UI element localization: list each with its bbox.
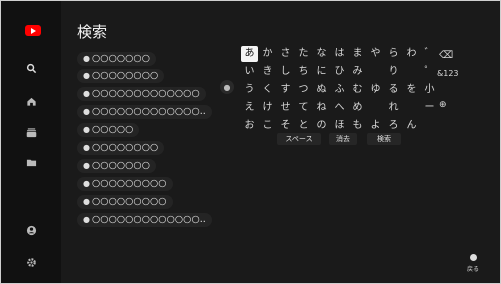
key[interactable]: け	[259, 100, 276, 116]
page-title: 検索	[77, 23, 108, 41]
key[interactable]: そ	[277, 118, 294, 134]
mode-switch-key[interactable]: &123	[437, 69, 459, 78]
key[interactable]: い	[241, 64, 258, 80]
key[interactable]: ら	[385, 46, 402, 62]
trending-icon: ●	[83, 197, 90, 206]
key[interactable]: う	[241, 82, 258, 98]
key[interactable]: お	[241, 118, 258, 134]
sidebar	[1, 1, 61, 283]
youtube-logo-icon	[25, 25, 41, 36]
suggestion-item[interactable]: ● ○○○○○○○○	[77, 141, 165, 155]
extra-key[interactable]: ⊕	[439, 100, 447, 110]
key[interactable]: て	[295, 100, 312, 116]
key[interactable]: わ	[403, 46, 420, 62]
key[interactable]: し	[277, 64, 294, 80]
key[interactable]: ゜	[421, 64, 438, 80]
suggestion-item[interactable]: ● ○○○○○○○○	[77, 69, 165, 83]
key[interactable]: と	[295, 118, 312, 134]
home-icon[interactable]	[20, 92, 42, 110]
voice-search-icon[interactable]: ●	[220, 80, 234, 94]
back-icon[interactable]	[470, 254, 477, 261]
key[interactable]: ゆ	[367, 82, 384, 98]
key[interactable]: り	[385, 64, 402, 80]
settings-icon[interactable]	[20, 253, 42, 271]
trending-icon: ●	[83, 179, 90, 188]
key[interactable]: は	[331, 46, 348, 62]
trending-icon: ●	[83, 215, 90, 224]
key[interactable]: ち	[295, 64, 312, 80]
key[interactable]: き	[259, 64, 276, 80]
search-button[interactable]: 検索	[367, 133, 401, 145]
key[interactable]: す	[277, 82, 294, 98]
key[interactable]: あ	[241, 46, 258, 62]
clear-button[interactable]: 消去	[329, 133, 357, 145]
key[interactable]: な	[313, 46, 330, 62]
key[interactable]: か	[259, 46, 276, 62]
suggestion-item[interactable]: ● ○○○○○○○○○	[77, 195, 173, 209]
key[interactable]: ほ	[331, 118, 348, 134]
key[interactable]: ゛	[421, 46, 438, 62]
trending-icon: ●	[83, 161, 90, 170]
trending-icon: ●	[83, 125, 90, 134]
suggestion-item[interactable]: ● ○○○○○○○○○○○○○..	[77, 105, 212, 119]
key[interactable]: ね	[313, 100, 330, 116]
library-icon[interactable]	[20, 153, 42, 171]
key[interactable]: ぬ	[313, 82, 330, 98]
key[interactable]: ー	[421, 100, 438, 116]
suggestion-item[interactable]: ● ○○○○○○○○○	[77, 177, 173, 191]
key[interactable]: へ	[331, 100, 348, 116]
suggestion-item[interactable]: ● ○○○○○	[77, 123, 140, 137]
key[interactable]: ろ	[385, 118, 402, 134]
key[interactable]: こ	[259, 118, 276, 134]
backspace-key[interactable]: ⌫	[439, 50, 453, 61]
suggestion-item[interactable]: ● ○○○○○○○○○○○○○..	[77, 213, 212, 227]
key[interactable]: る	[385, 82, 402, 98]
subscriptions-icon[interactable]	[20, 123, 42, 141]
account-icon[interactable]	[20, 221, 42, 239]
key[interactable]: え	[241, 100, 258, 116]
trending-icon: ●	[83, 107, 90, 116]
suggestion-item[interactable]: ● ○○○○○○○	[77, 159, 157, 173]
key[interactable]: ひ	[331, 64, 348, 80]
key[interactable]: せ	[277, 100, 294, 116]
trending-icon: ●	[83, 89, 90, 98]
key[interactable]: み	[349, 64, 366, 80]
suggestion-item[interactable]: ● ○○○○○○○	[77, 52, 157, 66]
suggestion-item[interactable]: ● ○○○○○○○○○○○○○	[77, 87, 206, 101]
space-button[interactable]: スペース	[277, 133, 321, 145]
key[interactable]: を	[403, 82, 420, 98]
tv-search-screen: 検索 ● ○○○○○○○ ● ○○○○○○○○ ● ○○○○○○○○○○○○○ ● ○○…	[0, 0, 501, 284]
back-label: 戻る	[467, 266, 480, 273]
trending-icon: ●	[83, 54, 90, 63]
key[interactable]: さ	[277, 46, 294, 62]
key[interactable]: に	[313, 64, 330, 80]
key[interactable]: も	[349, 118, 366, 134]
key[interactable]: た	[295, 46, 312, 62]
key[interactable]: ふ	[331, 82, 348, 98]
key[interactable]: つ	[295, 82, 312, 98]
trending-icon: ●	[83, 143, 90, 152]
key[interactable]: ん	[403, 118, 420, 134]
key[interactable]: く	[259, 82, 276, 98]
key[interactable]: め	[349, 100, 366, 116]
key[interactable]: の	[313, 118, 330, 134]
key[interactable]: 小	[421, 82, 438, 98]
key[interactable]: ま	[349, 46, 366, 62]
trending-icon: ●	[83, 71, 90, 80]
key[interactable]: や	[367, 46, 384, 62]
search-icon[interactable]	[20, 59, 42, 77]
key[interactable]: れ	[385, 100, 402, 116]
key[interactable]: む	[349, 82, 366, 98]
key[interactable]: よ	[367, 118, 384, 134]
